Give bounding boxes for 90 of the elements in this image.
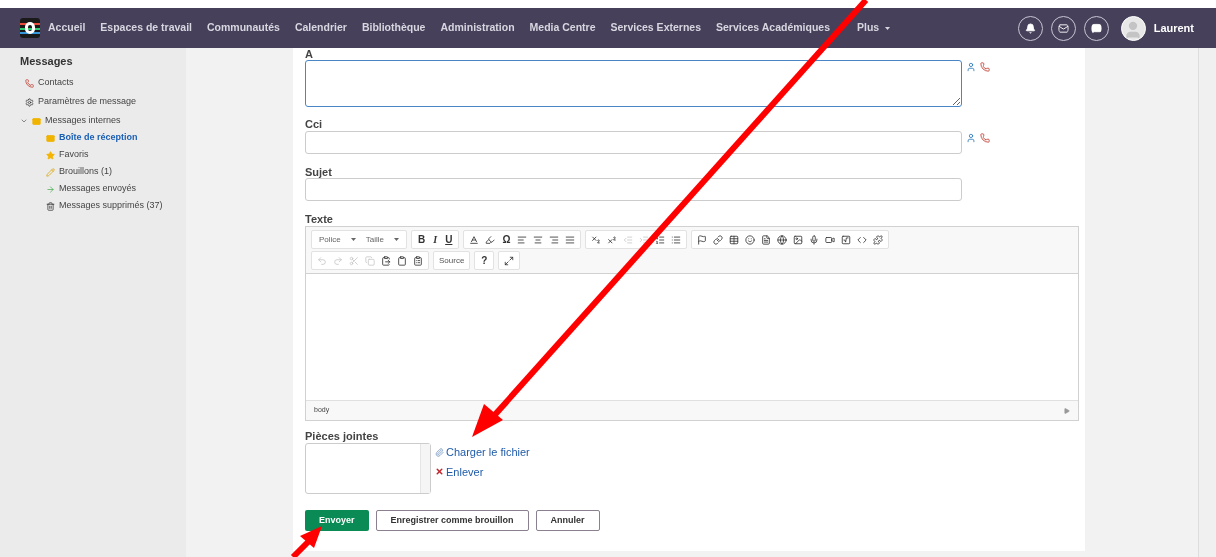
field-label: Pièces jointes — [305, 429, 380, 443]
sidebar-item[interactable]: Brouillons (1) — [59, 165, 113, 179]
logo-icon[interactable] — [20, 18, 40, 38]
caret-icon[interactable] — [394, 238, 400, 241]
annotation-arrow — [290, 526, 322, 557]
toolbar-dropdown[interactable]: Police — [314, 232, 361, 247]
paste-icon[interactable] — [381, 255, 391, 266]
toolbar-button[interactable]: ? — [477, 253, 492, 268]
trash-icon — [46, 201, 55, 211]
toolbar-button[interactable]: B — [414, 232, 430, 247]
secondary-button[interactable]: Enregistrer comme brouillon — [375, 510, 529, 531]
code-icon[interactable] — [857, 234, 868, 245]
sidebar-item[interactable]: Messages internes — [45, 114, 121, 128]
pencil-icon — [46, 167, 55, 177]
nav-link[interactable]: Communautés — [207, 20, 280, 36]
field-label: A — [305, 48, 314, 60]
nav-link[interactable]: Bibliothèque — [361, 20, 426, 36]
superscript-icon[interactable] — [607, 234, 618, 245]
star-icon — [46, 150, 55, 160]
field-label: Texte — [305, 212, 334, 226]
resize-handle-icon[interactable] — [1064, 407, 1070, 414]
field-label: Sujet — [305, 165, 333, 178]
globe-icon[interactable] — [777, 234, 788, 245]
phone-icon[interactable] — [980, 62, 990, 72]
table-icon[interactable] — [729, 234, 740, 245]
sidebar-item[interactable]: Favoris — [59, 148, 89, 162]
person-icon[interactable] — [966, 62, 976, 72]
scrollbar[interactable] — [420, 444, 430, 493]
subject-field[interactable] — [305, 178, 962, 201]
clipboard-icon[interactable] — [397, 255, 407, 266]
puzzle-piece-icon[interactable] — [873, 234, 884, 245]
avatar[interactable] — [1120, 15, 1146, 41]
remove-link[interactable]: Enlever — [446, 463, 484, 480]
document-icon[interactable] — [761, 234, 772, 245]
nav-link[interactable]: Calendrier — [294, 20, 347, 36]
envelope-icon — [46, 133, 55, 143]
sidebar-item[interactable]: Messages supprimés (37) — [59, 199, 163, 213]
caret-icon[interactable] — [350, 238, 356, 241]
more-menu[interactable]: Plus — [857, 20, 891, 36]
envelope-icon — [32, 116, 41, 126]
toolbar-dropdown[interactable]: Taille — [360, 232, 405, 247]
align-center-icon[interactable] — [533, 234, 544, 245]
video-camera-icon[interactable] — [825, 234, 836, 245]
microphone-icon[interactable] — [809, 234, 820, 245]
highlight-icon[interactable] — [485, 234, 496, 245]
close-icon — [435, 467, 444, 477]
toolbar-button[interactable]: Ω — [498, 232, 515, 247]
field-label: Cci — [305, 117, 324, 131]
sidebar-item[interactable]: Contacts — [38, 76, 74, 90]
text-color-icon[interactable] — [469, 234, 480, 245]
arrow-right-icon — [46, 184, 55, 194]
maximize-icon[interactable] — [504, 255, 515, 266]
subscript-icon[interactable] — [591, 234, 602, 245]
person-icon[interactable] — [966, 133, 976, 143]
align-right-icon[interactable] — [549, 234, 560, 245]
phone-icon[interactable] — [980, 133, 990, 143]
numbered-list-icon[interactable] — [655, 234, 666, 245]
user-name[interactable]: Laurent — [1153, 19, 1194, 37]
sidebar-title: Messages — [20, 54, 74, 69]
send-button[interactable]: Envoyer — [305, 510, 369, 531]
paperclip-icon — [435, 447, 444, 457]
caret-icon[interactable] — [885, 26, 891, 30]
settings-icon — [25, 97, 34, 107]
nav-link[interactable]: Espaces de travail — [100, 20, 192, 36]
recipient-field[interactable] — [305, 60, 962, 107]
upload-file-link[interactable]: Charger le fichier — [446, 444, 530, 461]
align-justify-icon[interactable] — [565, 234, 576, 245]
link-icon[interactable] — [713, 234, 724, 245]
nav-link[interactable]: Accueil — [48, 20, 86, 36]
phone-icon — [25, 78, 34, 88]
clipboard-list-icon[interactable] — [413, 255, 423, 266]
smiley-icon[interactable] — [745, 234, 756, 245]
flag-icon[interactable] — [697, 234, 708, 245]
sidebar-item[interactable]: Boîte de réception — [59, 131, 138, 145]
bcc-field[interactable] — [305, 131, 962, 154]
nav-link[interactable]: Services Externes — [610, 20, 701, 36]
toolbar-button[interactable]: Source — [436, 254, 468, 267]
bullet-list-icon[interactable] — [671, 234, 682, 245]
nav-link[interactable]: Administration — [440, 20, 515, 36]
toolbar-button[interactable]: I — [429, 232, 442, 247]
secondary-button[interactable]: Annuler — [535, 510, 600, 531]
chevron-icon[interactable] — [20, 117, 28, 125]
nav-link[interactable]: Services Académiques — [716, 20, 830, 36]
image-icon[interactable] — [793, 234, 804, 245]
page-scrollbar[interactable] — [1198, 48, 1216, 557]
nav-link[interactable]: Media Centre — [529, 20, 596, 36]
align-left-icon[interactable] — [517, 234, 528, 245]
sidebar-item[interactable]: Paramètres de message — [38, 95, 137, 109]
sidebar-item[interactable]: Messages envoyés — [59, 182, 137, 196]
toolbar-button[interactable]: U — [441, 232, 457, 247]
